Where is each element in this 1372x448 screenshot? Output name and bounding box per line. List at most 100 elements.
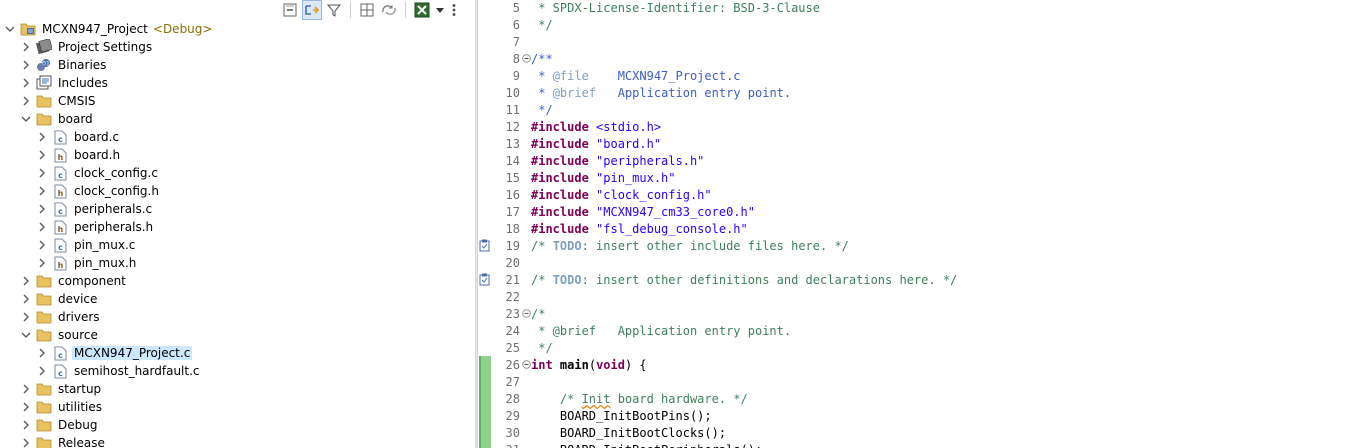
code-line[interactable]: 24 * @brief Application entry point. bbox=[479, 322, 1372, 339]
code-line[interactable]: 23 /* bbox=[479, 305, 1372, 322]
code-line[interactable]: 11 */ bbox=[479, 101, 1372, 118]
chevron-right-icon[interactable] bbox=[36, 185, 48, 197]
code-token: #include bbox=[531, 204, 589, 219]
tree-item-component[interactable]: component bbox=[0, 272, 128, 290]
tree-item-device[interactable]: device bbox=[0, 290, 99, 308]
chevron-right-icon[interactable] bbox=[20, 383, 32, 395]
code-line[interactable]: 5 * SPDX-License-Identifier: BSD-3-Claus… bbox=[479, 0, 1372, 16]
tree-item-startup[interactable]: startup bbox=[0, 380, 103, 398]
fold-collapse-icon[interactable] bbox=[521, 305, 531, 322]
ruler-gutter bbox=[479, 84, 491, 101]
code-line[interactable]: 26 int main(void) { bbox=[479, 356, 1372, 373]
chevron-right-icon[interactable] bbox=[20, 437, 32, 448]
code-line[interactable]: 27 bbox=[479, 373, 1372, 390]
pane-divider[interactable] bbox=[475, 0, 478, 448]
chevron-right-icon[interactable] bbox=[36, 131, 48, 143]
tree-item-drivers[interactable]: drivers bbox=[0, 308, 102, 326]
tree-item-includes[interactable]: Includes bbox=[0, 74, 110, 92]
tree-item-peripherals-c[interactable]: c peripherals.c bbox=[0, 200, 154, 218]
tree-item-binaries[interactable]: 01 Binaries bbox=[0, 56, 108, 74]
chevron-right-icon[interactable] bbox=[20, 41, 32, 53]
tree-item-project-settings[interactable]: Project Settings bbox=[0, 38, 154, 56]
tree-item-label: peripherals.c bbox=[74, 202, 153, 216]
tree-item-debug[interactable]: Debug bbox=[0, 416, 99, 434]
ruler-gutter bbox=[479, 135, 491, 152]
code-line[interactable]: 31 BOARD_InitBootPeripherals(); bbox=[479, 441, 1372, 448]
link-with-editor-button[interactable] bbox=[302, 0, 322, 20]
chevron-right-icon[interactable] bbox=[20, 401, 32, 413]
tree-item-peripherals-h[interactable]: h peripherals.h bbox=[0, 218, 155, 236]
chevron-right-icon[interactable] bbox=[20, 311, 32, 323]
sync-button[interactable] bbox=[379, 0, 399, 20]
code-line[interactable]: 10 * @brief Application entry point. bbox=[479, 84, 1372, 101]
tree-item-project[interactable]: MCXN947_Project <Debug> bbox=[0, 20, 212, 38]
code-line[interactable]: 8 /** bbox=[479, 50, 1372, 67]
chevron-right-icon[interactable] bbox=[36, 365, 48, 377]
view-menu-button[interactable] bbox=[448, 0, 460, 20]
code-line[interactable]: 19 /* TODO: insert other include files he… bbox=[479, 237, 1372, 254]
code-line[interactable]: 9 * @file MCXN947_Project.c bbox=[479, 67, 1372, 84]
collapse-all-button[interactable] bbox=[280, 0, 300, 20]
grid-button[interactable] bbox=[357, 0, 377, 20]
code-line[interactable]: 15 #include "pin_mux.h" bbox=[479, 169, 1372, 186]
chevron-down-icon[interactable] bbox=[20, 113, 32, 125]
code-line[interactable]: 6 */ bbox=[479, 16, 1372, 33]
fold-collapse-icon[interactable] bbox=[521, 356, 531, 373]
code-line[interactable]: 25 */ bbox=[479, 339, 1372, 356]
dropdown-arrow-button[interactable] bbox=[434, 0, 446, 20]
tree-item-pin-mux-c[interactable]: c pin_mux.c bbox=[0, 236, 137, 254]
code-line[interactable]: 28 /* Init board hardware. */ bbox=[479, 390, 1372, 407]
code-line[interactable]: 12 #include <stdio.h> bbox=[479, 118, 1372, 135]
tree-item-pin-mux-h[interactable]: h pin_mux.h bbox=[0, 254, 138, 272]
code-line[interactable]: 18 #include "fsl_debug_console.h" bbox=[479, 220, 1372, 237]
tree-item-mcxn947-project-c[interactable]: c MCXN947_Project.c bbox=[0, 344, 193, 362]
chevron-right-icon[interactable] bbox=[36, 221, 48, 233]
line-number: 26 bbox=[505, 357, 520, 372]
code-line[interactable]: 30 BOARD_InitBootClocks(); bbox=[479, 424, 1372, 441]
chevron-right-icon[interactable] bbox=[36, 167, 48, 179]
chevron-right-icon[interactable] bbox=[20, 419, 32, 431]
tree-item-board-h[interactable]: h board.h bbox=[0, 146, 122, 164]
chevron-down-icon[interactable] bbox=[4, 23, 16, 35]
tree-item-semihost-hardfault-c[interactable]: c semihost_hardfault.c bbox=[0, 362, 202, 380]
chevron-right-icon[interactable] bbox=[36, 347, 48, 359]
ruler-gutter bbox=[479, 271, 491, 288]
tree-item-release[interactable]: Release bbox=[0, 434, 107, 448]
code-line[interactable]: 13 #include "board.h" bbox=[479, 135, 1372, 152]
chevron-right-icon[interactable] bbox=[36, 239, 48, 251]
chevron-right-icon[interactable] bbox=[36, 149, 48, 161]
code-line[interactable]: 22 bbox=[479, 288, 1372, 305]
tree-item-utilities[interactable]: utilities bbox=[0, 398, 104, 416]
code-line[interactable]: 29 BOARD_InitBootPins(); bbox=[479, 407, 1372, 424]
chevron-right-icon[interactable] bbox=[36, 257, 48, 269]
code-line[interactable]: 17 #include "MCXN947_cm33_core0.h" bbox=[479, 203, 1372, 220]
code-line[interactable]: 7 bbox=[479, 33, 1372, 50]
tree-item-board-c[interactable]: c board.c bbox=[0, 128, 121, 146]
fold-collapse-icon[interactable] bbox=[521, 50, 531, 67]
code-line[interactable]: 14 #include "peripherals.h" bbox=[479, 152, 1372, 169]
task-marker-icon[interactable] bbox=[479, 239, 490, 255]
code-token: @file bbox=[552, 68, 589, 83]
code-line[interactable]: 21 /* TODO: insert other definitions and … bbox=[479, 271, 1372, 288]
line-number: 5 bbox=[512, 0, 520, 15]
chevron-right-icon[interactable] bbox=[20, 293, 32, 305]
filter-button[interactable] bbox=[324, 0, 344, 20]
chevron-right-icon[interactable] bbox=[20, 95, 32, 107]
tree-item-cmsis[interactable]: CMSIS bbox=[0, 92, 98, 110]
code-editor[interactable]: 5 * SPDX-License-Identifier: BSD-3-Claus… bbox=[479, 0, 1372, 448]
chevron-right-icon[interactable] bbox=[36, 203, 48, 215]
chevron-right-icon[interactable] bbox=[20, 275, 32, 287]
chevron-right-icon[interactable] bbox=[20, 59, 32, 71]
task-marker-icon[interactable] bbox=[479, 273, 490, 289]
code-line[interactable]: 20 bbox=[479, 254, 1372, 271]
chevron-right-icon[interactable] bbox=[20, 77, 32, 89]
tree-item-board[interactable]: board bbox=[0, 110, 95, 128]
code-line[interactable]: 16 #include "clock_config.h" bbox=[479, 186, 1372, 203]
c-file-icon: c bbox=[52, 201, 68, 217]
chevron-down-icon[interactable] bbox=[20, 329, 32, 341]
line-number: 9 bbox=[512, 68, 520, 83]
tree-item-clock-config-h[interactable]: h clock_config.h bbox=[0, 182, 161, 200]
tree-item-source[interactable]: source bbox=[0, 326, 100, 344]
mcuxpresso-button[interactable] bbox=[412, 0, 432, 20]
tree-item-clock-config-c[interactable]: c clock_config.c bbox=[0, 164, 160, 182]
